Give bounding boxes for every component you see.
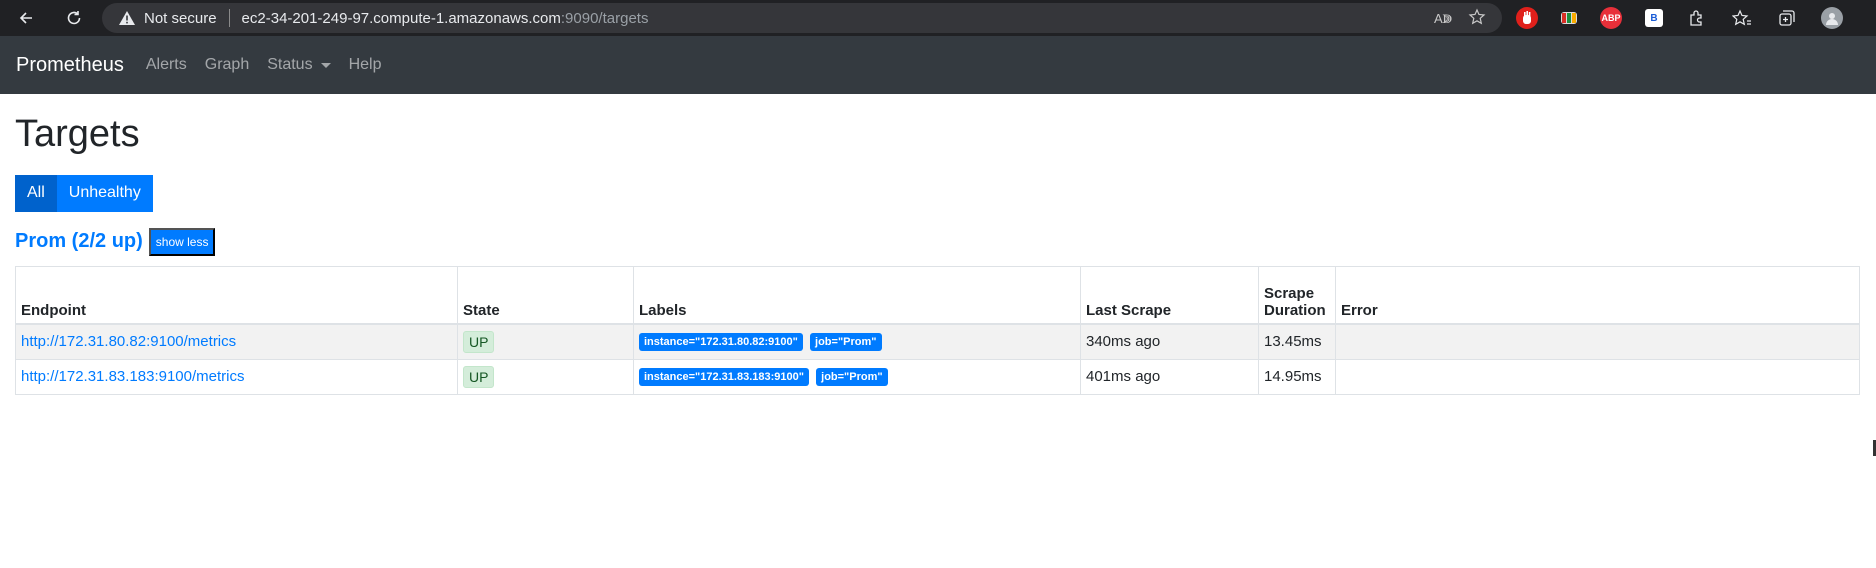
nav-graph[interactable]: Graph — [205, 56, 249, 74]
label-badge-instance: instance="172.31.80.82:9100" — [639, 333, 803, 352]
cell-error — [1335, 323, 1860, 360]
cell-scrape-duration: 13.45ms — [1258, 323, 1336, 360]
header-last-scrape: Last Scrape — [1080, 265, 1259, 326]
header-scrape-duration: Scrape Duration — [1258, 265, 1336, 326]
filter-unhealthy-button[interactable]: Unhealthy — [56, 174, 153, 212]
cell-labels: instance="172.31.80.82:9100" job="Prom" — [633, 323, 1081, 360]
nav-help[interactable]: Help — [349, 56, 382, 74]
cell-state: UP — [457, 323, 634, 360]
colored-bars-icon[interactable] — [1561, 12, 1577, 24]
table-row: http://172.31.83.183:9100/metrics UP ins… — [15, 358, 1860, 395]
not-secure-label[interactable]: Not secure — [144, 10, 217, 27]
brand-link[interactable]: Prometheus — [16, 54, 124, 77]
hand-stop-icon[interactable] — [1516, 7, 1538, 29]
favorites-icon[interactable] — [1731, 7, 1753, 29]
collections-icon[interactable] — [1776, 7, 1798, 29]
main-content: Targets All Unhealthy Prom (2/2 up) show… — [15, 94, 1860, 395]
address-bar[interactable]: Not secure ec2-34-201-249-97.compute-1.a… — [102, 3, 1502, 33]
cell-last-scrape: 340ms ago — [1080, 323, 1259, 360]
warning-icon[interactable] — [118, 9, 136, 27]
extensions-area: ABP B — [1516, 6, 1866, 30]
favorite-add-icon[interactable] — [1468, 8, 1486, 29]
browser-toolbar: Not secure ec2-34-201-249-97.compute-1.a… — [0, 0, 1876, 36]
state-badge: UP — [463, 330, 495, 353]
table-header-row: Endpoint State Labels Last Scrape Scrape… — [15, 265, 1860, 326]
state-badge: UP — [463, 365, 495, 388]
header-scrape-duration-line2: Duration — [1264, 302, 1326, 320]
header-endpoint: Endpoint — [15, 265, 458, 326]
b-extension-icon[interactable]: B — [1645, 9, 1663, 27]
cell-state: UP — [457, 358, 634, 395]
header-state: State — [457, 265, 634, 326]
endpoint-link[interactable]: http://172.31.80.82:9100/metrics — [21, 333, 236, 350]
cell-labels: instance="172.31.83.183:9100" job="Prom" — [633, 358, 1081, 395]
adblock-icon[interactable]: ABP — [1600, 7, 1622, 29]
read-aloud-icon[interactable]: Aↇ — [1434, 11, 1452, 27]
header-scrape-duration-line1: Scrape — [1264, 285, 1315, 303]
reload-icon[interactable] — [60, 4, 88, 32]
puzzle-icon[interactable] — [1686, 7, 1708, 29]
profile-avatar-icon[interactable] — [1821, 7, 1843, 29]
caret-down-icon — [320, 62, 331, 68]
endpoint-link[interactable]: http://172.31.83.183:9100/metrics — [21, 368, 244, 385]
job-header: Prom (2/2 up) show less — [15, 227, 1860, 256]
filter-button-group: All Unhealthy — [15, 174, 1860, 212]
targets-table: Endpoint State Labels Last Scrape Scrape… — [15, 265, 1860, 395]
page-title: Targets — [15, 113, 140, 155]
nav-status-dropdown[interactable]: Status — [267, 56, 331, 74]
filter-all-button[interactable]: All — [15, 174, 57, 212]
nav-status-label: Status — [267, 56, 313, 73]
cell-endpoint: http://172.31.80.82:9100/metrics — [15, 323, 458, 360]
show-less-button[interactable]: show less — [148, 227, 216, 256]
cell-last-scrape: 401ms ago — [1080, 358, 1259, 395]
cell-endpoint: http://172.31.83.183:9100/metrics — [15, 358, 458, 395]
cell-error — [1335, 358, 1860, 395]
header-labels: Labels — [633, 265, 1081, 326]
label-badge-job: job="Prom" — [816, 368, 888, 387]
header-error: Error — [1335, 265, 1860, 326]
prometheus-navbar: Prometheus Alerts Graph Status Help — [0, 36, 1876, 94]
label-badge-job: job="Prom" — [810, 333, 882, 352]
back-icon[interactable] — [12, 4, 40, 32]
url-host: ec2-34-201-249-97.compute-1.amazonaws.co… — [241, 9, 561, 27]
cell-scrape-duration: 14.95ms — [1258, 358, 1336, 395]
label-badge-instance: instance="172.31.83.183:9100" — [639, 368, 809, 387]
url-path: :9090/targets — [560, 9, 649, 27]
table-row: http://172.31.80.82:9100/metrics UP inst… — [15, 323, 1860, 360]
nav-alerts[interactable]: Alerts — [146, 56, 187, 74]
address-divider — [228, 9, 230, 27]
job-title-link[interactable]: Prom (2/2 up) — [15, 230, 143, 253]
